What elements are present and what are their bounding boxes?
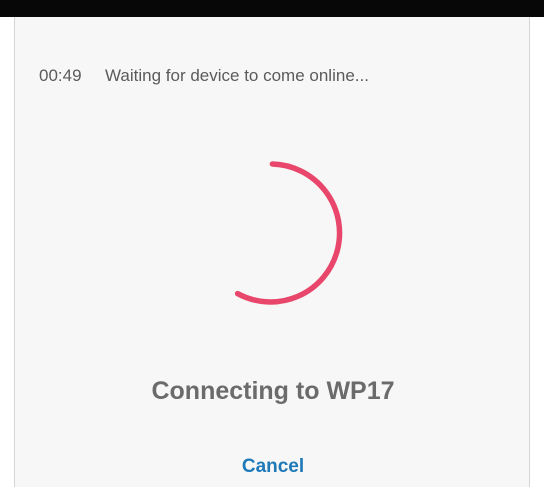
connecting-title: Connecting to WP17 xyxy=(151,377,395,405)
loading-spinner-icon xyxy=(234,161,343,305)
countdown-timer: 00:49 xyxy=(39,66,82,85)
status-row: 00:49 Waiting for device to come online.… xyxy=(39,65,369,87)
top-bar xyxy=(0,0,544,17)
connection-dialog: 00:49 Waiting for device to come online.… xyxy=(14,17,530,487)
status-message: Waiting for device to come online... xyxy=(105,66,369,85)
cancel-button[interactable]: Cancel xyxy=(223,453,323,481)
